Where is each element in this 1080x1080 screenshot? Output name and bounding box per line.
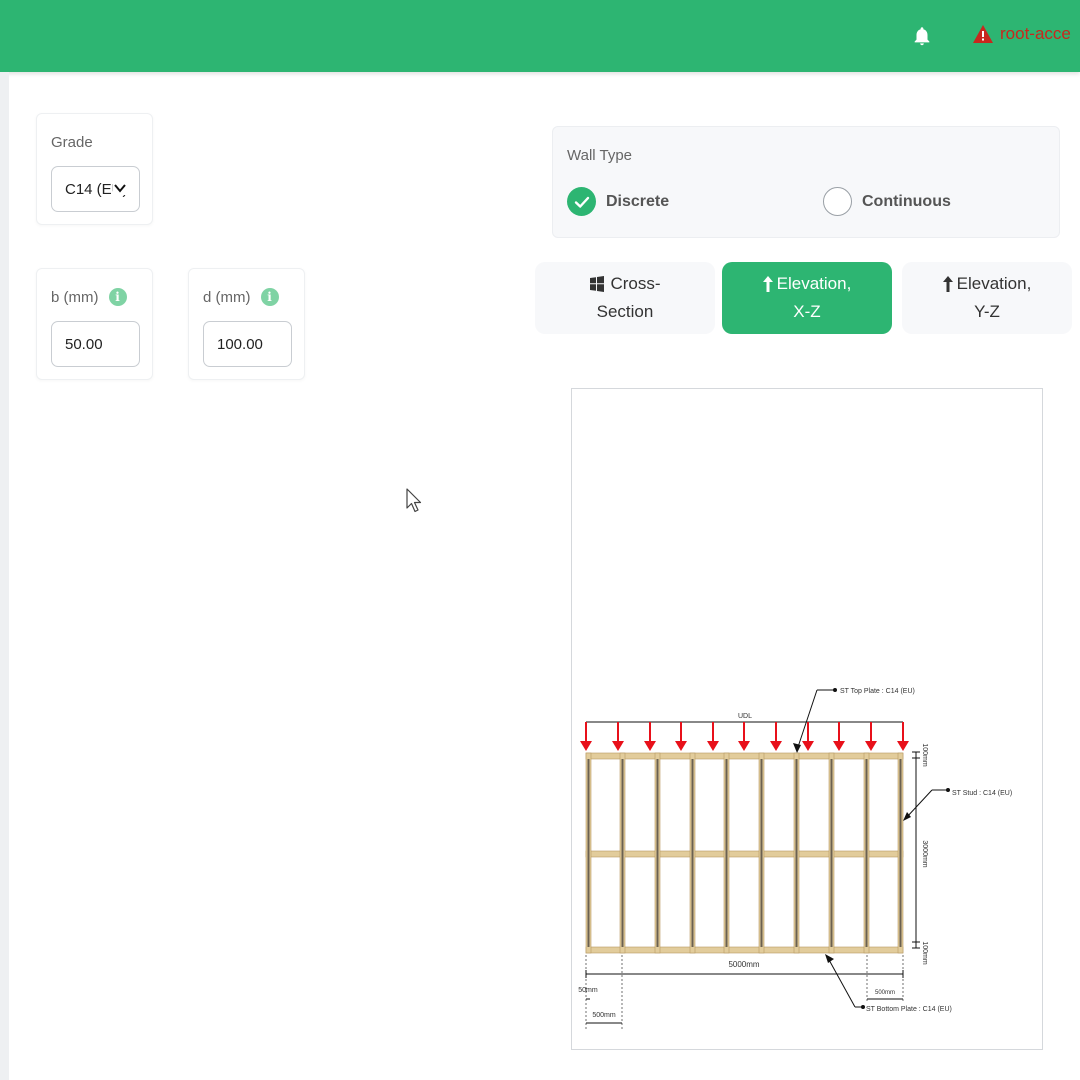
tab-cross-section-line1: Cross- — [610, 274, 661, 293]
dim-length-label: 5000mm — [728, 960, 759, 969]
account-alert[interactable]: root-acce — [972, 24, 1071, 44]
d-input-value: 100.00 — [217, 335, 263, 353]
grade-label: Grade — [51, 134, 93, 151]
account-name: root-acce — [1000, 24, 1071, 43]
timber-frame — [585, 752, 904, 954]
load-arrow — [707, 722, 719, 751]
bottom-plate — [585, 946, 904, 954]
b-label: b (mm) — [51, 288, 99, 306]
d-card: d (mm) i 100.00 — [188, 268, 305, 380]
tab-elevation-xz-line1: Elevation, — [776, 274, 852, 293]
top-plate-label: ST Top Plate : C14 (EU) — [840, 688, 915, 695]
tab-elevation-yz-line2: Y-Z — [974, 302, 1000, 321]
d-label-row: d (mm) i — [203, 288, 279, 306]
dim-spacing-label: 500mm — [592, 1012, 616, 1019]
b-label-row: b (mm) i — [51, 288, 127, 306]
stud-edge — [899, 759, 902, 947]
load-arrow — [770, 722, 782, 751]
b-input[interactable]: 50.00 — [51, 321, 140, 367]
check-icon — [567, 187, 596, 216]
stud-edge — [795, 759, 798, 947]
tab-elevation-yz-line1: Elevation, — [956, 274, 1032, 293]
wall-type-card: Wall Type Discrete Continuous — [552, 126, 1060, 238]
load-arrow — [580, 722, 592, 751]
chevron-down-icon — [113, 181, 127, 195]
elevation-drawing-panel: UDL ST Top Plate : C14 (EU) ST Stud : C1… — [571, 388, 1043, 1050]
stud-callout: ST Stud : C14 (EU) — [903, 788, 1012, 821]
stud-edge — [830, 759, 833, 947]
bottom-plate-label: ST Bottom Plate : C14 (EU) — [866, 1006, 952, 1013]
radio-discrete-label: Discrete — [606, 192, 670, 210]
radio-continuous[interactable]: Continuous — [823, 187, 951, 216]
udl-label: UDL — [738, 713, 752, 720]
dim-end-label: 500mm — [875, 990, 895, 996]
load-arrow — [644, 722, 656, 751]
mouse-cursor-icon — [406, 488, 422, 513]
load-arrow — [675, 722, 687, 751]
load-arrow — [612, 722, 624, 751]
dim-stud-label: 50mm — [578, 987, 598, 994]
load-arrow — [897, 722, 909, 751]
grade-card: Grade C14 (EU) — [36, 113, 153, 225]
wall-elevation-drawing: UDL ST Top Plate : C14 (EU) ST Stud : C1… — [578, 688, 1012, 1029]
dim-bottom-label: 100mm — [921, 941, 928, 965]
stud-edge — [691, 759, 694, 947]
tab-cross-section[interactable]: Cross- Section — [535, 262, 715, 334]
stud-edge — [760, 759, 763, 947]
arrow-up-icon — [762, 276, 773, 292]
warning-icon — [973, 25, 993, 43]
radio-empty-icon — [823, 187, 852, 216]
tab-elevation-xz[interactable]: Elevation, X-Z — [722, 262, 892, 334]
arrow-up-icon — [942, 276, 953, 292]
dim-top-label: 100mm — [921, 743, 928, 767]
stud-edge — [621, 759, 624, 947]
mid-noggin — [585, 850, 904, 858]
top-plate — [585, 752, 904, 760]
tab-elevation-yz[interactable]: Elevation, Y-Z — [902, 262, 1072, 334]
radio-continuous-label: Continuous — [862, 192, 951, 210]
tab-cross-section-line2: Section — [596, 302, 654, 321]
bottom-plate-callout: ST Bottom Plate : C14 (EU) — [825, 954, 952, 1013]
info-icon[interactable]: i — [260, 288, 279, 306]
radio-discrete[interactable]: Discrete — [567, 187, 669, 216]
bell-icon[interactable] — [911, 25, 933, 47]
load-arrow — [802, 722, 814, 751]
b-card: b (mm) i 50.00 — [36, 268, 153, 380]
load-arrow — [833, 722, 845, 751]
load-arrow — [738, 722, 750, 751]
d-input[interactable]: 100.00 — [203, 321, 292, 367]
info-icon[interactable]: i — [108, 288, 127, 306]
load-arrow — [865, 722, 877, 751]
tab-elevation-xz-line2: X-Z — [793, 302, 821, 321]
stud-label: ST Stud : C14 (EU) — [952, 790, 1012, 797]
left-sidebar-edge — [0, 72, 9, 1080]
udl-load-arrows — [580, 721, 909, 751]
wall-type-label: Wall Type — [567, 147, 633, 164]
d-label: d (mm) — [203, 288, 251, 306]
b-input-value: 50.00 — [65, 335, 103, 353]
stud-edge — [725, 759, 728, 947]
stud-edge — [656, 759, 659, 947]
stud-edge — [587, 759, 590, 947]
dim-height-label: 3000mm — [921, 840, 928, 867]
grade-select[interactable]: C14 (EU) — [51, 166, 140, 212]
stud-edge — [865, 759, 868, 947]
vertical-dimensions — [912, 751, 920, 949]
grid-icon — [590, 276, 605, 292]
top-app-bar: root-acce — [0, 0, 1080, 72]
